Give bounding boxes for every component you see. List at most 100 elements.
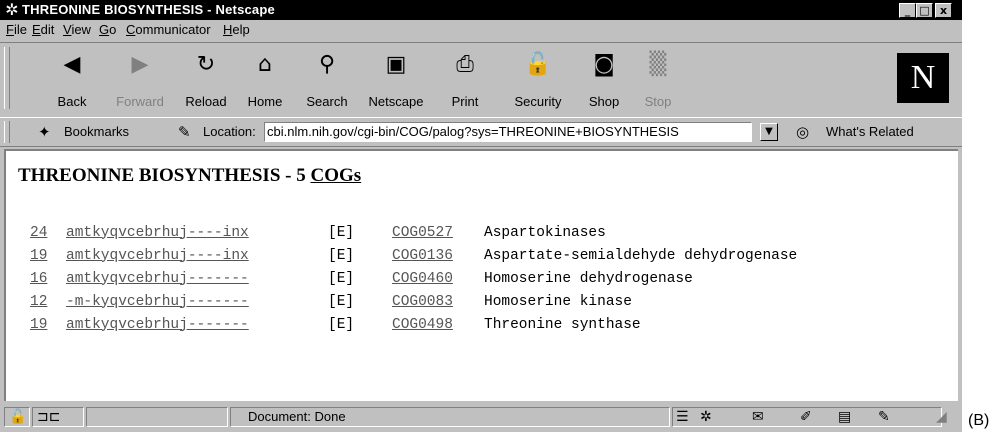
menu-help[interactable]: Help (223, 20, 250, 40)
progress-pane (86, 407, 228, 427)
forward-label: Forward (116, 94, 164, 109)
menu-go[interactable]: Go (99, 20, 116, 40)
composer-icon[interactable]: ✐ (800, 408, 812, 426)
navigator-icon[interactable]: ✲ (700, 408, 712, 426)
menu-edit[interactable]: Edit (32, 20, 54, 40)
my-netscape-button[interactable]: ▣ Netscape (362, 49, 430, 109)
security-status-pane[interactable]: 🔓 (4, 407, 30, 427)
cog-count-link[interactable]: 24 (30, 225, 47, 241)
phyletic-pattern-link-cell: -m-kyqvcebrhuj------- (66, 290, 328, 313)
cog-id-link[interactable]: COG0136 (392, 248, 453, 264)
reload-label: Reload (185, 94, 227, 109)
cog-count-link[interactable]: 19 (30, 317, 47, 333)
online-status-pane[interactable]: ⊐⊏ (32, 407, 84, 427)
cog-name: Homoserine dehydrogenase (484, 270, 693, 287)
phyletic-pattern-link[interactable]: amtkyqvcebrhuj------- (66, 271, 249, 287)
status-bar: 🔓 ⊐⊏ Document: Done ☰ ✲ ✉ ✐ ▤ ✎ ◢ (0, 404, 962, 432)
cog-row: 24 amtkyqvcebrhuj----inx [E] COG0527 Asparto… (30, 221, 797, 244)
location-dropdown-button[interactable]: ▼ (760, 123, 778, 141)
page-title-text: THREONINE BIOSYNTHESIS - 5 (18, 165, 311, 186)
back-button[interactable]: ◀ Back (38, 49, 106, 109)
cog-name-cell: Threonine synthase (484, 313, 797, 336)
phyletic-pattern-link[interactable]: amtkyqvcebrhuj----inx (66, 225, 249, 241)
bookmarks-button[interactable]: Bookmarks (64, 118, 129, 148)
cog-row: 12 -m-kyqvcebrhuj------- [E] COG0083 Homoser… (30, 290, 797, 313)
lock-icon: 🔓 (524, 52, 552, 77)
cog-count-link-cell: 19 (30, 244, 66, 267)
phyletic-pattern-link-cell: amtkyqvcebrhuj----inx (66, 244, 328, 267)
functional-category-cell: [E] (328, 290, 392, 313)
cog-table: 24 amtkyqvcebrhuj----inx [E] COG0527 Asparto… (30, 221, 797, 336)
cog-id-link-cell: COG0136 (392, 244, 484, 267)
functional-category-cell: [E] (328, 313, 392, 336)
cog-id-link-cell: COG0527 (392, 221, 484, 244)
messenger-icon[interactable]: ✉ (752, 408, 764, 426)
home-button[interactable]: ⌂ Home (231, 49, 299, 109)
cog-id-link[interactable]: COG0460 (392, 271, 453, 287)
close-button[interactable]: x (935, 3, 952, 18)
print-button[interactable]: ⎙ Print (431, 49, 499, 109)
whats-related-button[interactable]: What's Related (826, 118, 914, 148)
bookmarks-icon[interactable]: ✦ (38, 121, 60, 143)
home-icon: ⌂ (258, 52, 272, 77)
reload-icon: ↻ (196, 52, 216, 77)
cog-count-link[interactable]: 12 (30, 294, 47, 310)
cogs-link[interactable]: COGs (310, 165, 361, 186)
close-icon: x (939, 4, 948, 17)
navigation-toolbar: ◀ Back ▶ Forward ↻ Reload ⌂ Home ⚲ Searc… (0, 42, 962, 116)
connection-icon: ⊐⊏ (37, 409, 61, 425)
figure-label: (B) (968, 412, 990, 429)
menu-file[interactable]: File (6, 20, 27, 40)
browser-window: ✲ THREONINE BIOSYNTHESIS - Netscape _ □ … (0, 0, 962, 432)
window-title: THREONINE BIOSYNTHESIS - Netscape (22, 2, 275, 17)
cog-count-link[interactable]: 19 (30, 248, 47, 264)
functional-category: [E] (328, 316, 355, 333)
cog-name-cell: Homoserine kinase (484, 290, 797, 313)
cog-id-link[interactable]: COG0527 (392, 225, 453, 241)
phyletic-pattern-link[interactable]: amtkyqvcebrhuj------- (66, 317, 249, 333)
location-toolbar: ✦ Bookmarks ✎ Location: cbi.nlm.nih.gov/… (0, 117, 962, 147)
search-button[interactable]: ⚲ Search (293, 49, 361, 109)
security-button[interactable]: 🔓 Security (504, 49, 572, 109)
cog-id-link[interactable]: COG0498 (392, 317, 453, 333)
calendar-icon[interactable]: ▤ (838, 408, 851, 426)
functional-category-cell: [E] (328, 267, 392, 290)
minimize-button[interactable]: _ (899, 3, 916, 18)
functional-category: [E] (328, 224, 355, 241)
reload-button[interactable]: ↻ Reload (172, 49, 240, 109)
menu-communicator[interactable]: Communicator (126, 20, 211, 40)
netscape-logo[interactable]: N (897, 53, 949, 103)
my-netscape-label: Netscape (368, 94, 424, 109)
functional-category: [E] (328, 270, 355, 287)
back-arrow-icon: ◀ (63, 52, 81, 77)
security-lock-icon: 🔓 (9, 409, 27, 425)
toolbar-grip[interactable] (4, 47, 10, 109)
whats-related-icon[interactable]: ◎ (796, 121, 818, 143)
forward-button[interactable]: ▶ Forward (106, 49, 174, 109)
shop-icon: ◙ (593, 52, 615, 77)
cog-row: 19 amtkyqvcebrhuj------- [E] COG0498 Threoni… (30, 313, 797, 336)
page-proxy-icon[interactable]: ✎ (178, 121, 198, 143)
phyletic-pattern-link-cell: amtkyqvcebrhuj----inx (66, 221, 328, 244)
cog-name: Aspartate-semialdehyde dehydrogenase (484, 247, 798, 264)
maximize-icon: □ (919, 4, 930, 17)
location-toolbar-grip[interactable] (4, 121, 10, 143)
back-label: Back (57, 94, 87, 109)
stop-button[interactable]: ▒ Stop (624, 49, 692, 109)
functional-category: [E] (328, 247, 355, 264)
cog-id-link[interactable]: COG0083 (392, 294, 453, 310)
search-icon: ⚲ (318, 52, 336, 77)
location-url-field[interactable]: cbi.nlm.nih.gov/cgi-bin/COG/palog?sys=TH… (264, 122, 752, 142)
forward-arrow-icon: ▶ (131, 52, 149, 77)
list-icon[interactable]: ☰ (676, 408, 689, 426)
cog-id-link-cell: COG0498 (392, 313, 484, 336)
cog-count-link[interactable]: 16 (30, 271, 47, 287)
edit-pen-icon[interactable]: ✎ (878, 408, 890, 426)
title-bar[interactable]: ✲ THREONINE BIOSYNTHESIS - Netscape _ □ … (0, 0, 962, 20)
phyletic-pattern-link[interactable]: -m-kyqvcebrhuj------- (66, 294, 249, 310)
maximize-button[interactable]: □ (916, 3, 933, 18)
phyletic-pattern-link[interactable]: amtkyqvcebrhuj----inx (66, 248, 249, 264)
stop-icon: ▒ (649, 52, 667, 77)
resize-grip-icon[interactable]: ◢ (936, 408, 947, 426)
menu-view[interactable]: View (63, 20, 91, 40)
